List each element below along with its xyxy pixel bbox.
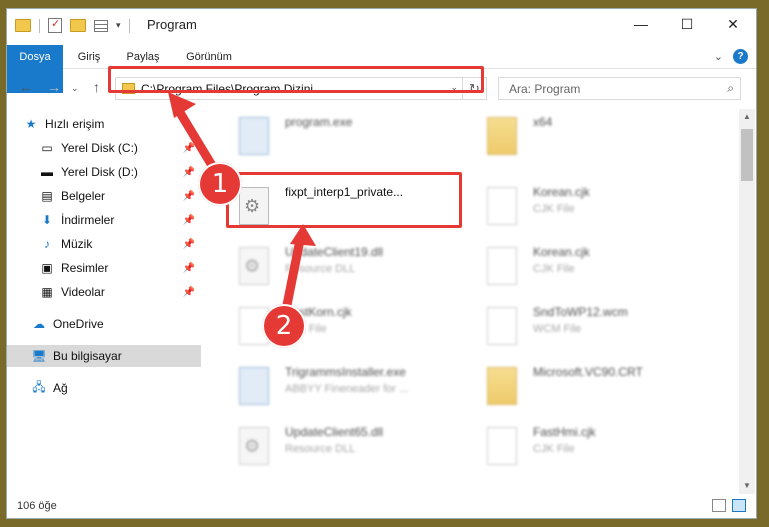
- annotation-arrows: [168, 92, 316, 325]
- step-badge-1: 1: [198, 162, 242, 206]
- arrow-head-2: [290, 224, 316, 246]
- step-badge-2: 2: [262, 304, 306, 348]
